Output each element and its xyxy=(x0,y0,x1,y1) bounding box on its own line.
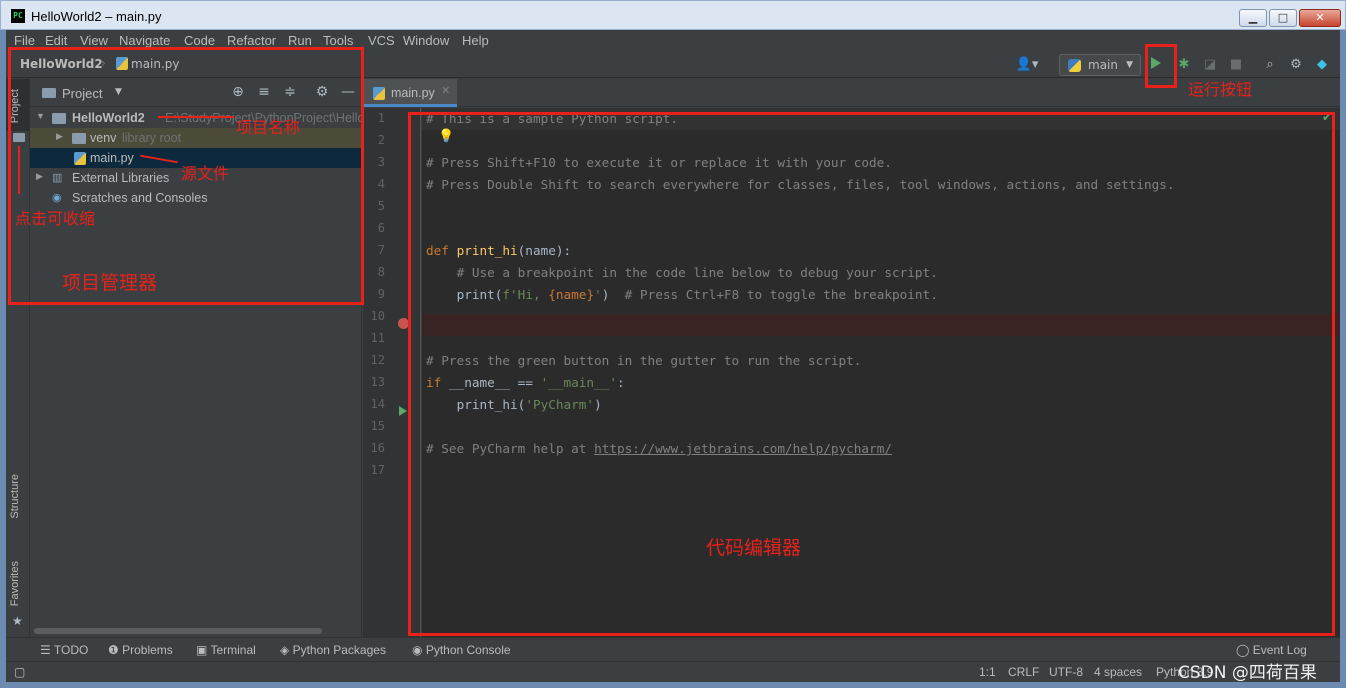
favorites-tool-tab[interactable]: Favorites xyxy=(9,561,21,606)
stop-icon[interactable]: ■ xyxy=(1227,56,1245,74)
run-button-highlight-box xyxy=(1145,44,1177,88)
maximize-button[interactable]: □ xyxy=(1269,9,1297,27)
star-icon[interactable]: ★ xyxy=(12,614,23,628)
line-number: 3 xyxy=(377,155,385,169)
layout-icon[interactable]: ▢ xyxy=(14,665,25,679)
line-number: 4 xyxy=(377,177,385,191)
line-number: 15 xyxy=(370,419,385,433)
chevron-down-icon: ▼ xyxy=(1126,60,1133,70)
line-number: 10 xyxy=(370,309,385,323)
menu-navigate[interactable]: Navigate xyxy=(119,33,170,48)
window-title: HelloWorld2 – main.py xyxy=(31,9,162,24)
line-number: 2 xyxy=(377,133,385,147)
event-log-button[interactable]: ◯ Event Log xyxy=(1236,643,1307,657)
menu-view[interactable]: View xyxy=(80,33,108,48)
line-number: 1 xyxy=(377,111,385,125)
annotation-source-file: 源文件 xyxy=(181,164,230,183)
menu-vcs[interactable]: VCS xyxy=(368,33,395,48)
line-number: 11 xyxy=(370,331,385,345)
settings-icon[interactable]: ⚙ xyxy=(1287,56,1305,74)
todo-tool-button[interactable]: ☰ TODO xyxy=(40,643,88,657)
user-account-icon[interactable]: 👤▾ xyxy=(1014,56,1040,74)
python-packages-tool-button[interactable]: ◈ Python Packages xyxy=(280,643,386,657)
annotation-run-button: 运行按钮 xyxy=(1188,80,1253,99)
run-configuration-select[interactable]: main ▼ xyxy=(1059,54,1141,76)
minimize-button[interactable]: ▁ xyxy=(1239,9,1267,27)
python-icon xyxy=(1068,59,1081,72)
annotation-arrow-project-name xyxy=(158,116,234,118)
close-tab-icon[interactable]: ✕ xyxy=(441,84,450,97)
terminal-tool-button[interactable]: ▣ Terminal xyxy=(196,643,256,657)
python-file-icon xyxy=(373,87,385,100)
indent-setting[interactable]: 4 spaces xyxy=(1094,665,1142,679)
line-number: 17 xyxy=(370,463,385,477)
annotation-project-manager: 项目管理器 xyxy=(62,272,158,294)
menu-file[interactable]: File xyxy=(14,33,35,48)
menu-help[interactable]: Help xyxy=(462,33,489,48)
annotation-arrow-collapse xyxy=(18,146,20,194)
line-number: 9 xyxy=(377,287,385,301)
file-encoding[interactable]: UTF-8 xyxy=(1049,665,1083,679)
annotation-collapse: 点击可收缩 xyxy=(15,209,96,228)
structure-tool-tab[interactable]: Structure xyxy=(9,474,21,519)
line-number: 16 xyxy=(370,441,385,455)
menu-tools[interactable]: Tools xyxy=(323,33,353,48)
pycharm-app-icon: PC xyxy=(11,9,25,23)
debug-icon[interactable]: ✱ xyxy=(1175,56,1193,74)
problems-tool-button[interactable]: ❶ Problems xyxy=(108,643,173,657)
watermark: CSDN @四荷百果 xyxy=(1178,663,1317,683)
tab-main-py[interactable]: main.py ✕ xyxy=(363,79,457,107)
coverage-icon[interactable]: ◪ xyxy=(1201,56,1219,74)
line-number: 7 xyxy=(377,243,385,257)
menu-window[interactable]: Window xyxy=(403,33,449,48)
line-number: 8 xyxy=(377,265,385,279)
annotation-project-name: 项目名称 xyxy=(236,118,301,137)
line-number: 6 xyxy=(377,221,385,235)
menu-run[interactable]: Run xyxy=(288,33,312,48)
caret-position[interactable]: 1:1 xyxy=(979,665,996,679)
python-console-tool-button[interactable]: ◉ Python Console xyxy=(412,643,511,657)
line-number: 13 xyxy=(370,375,385,389)
line-number: 14 xyxy=(370,397,385,411)
menu-edit[interactable]: Edit xyxy=(45,33,67,48)
horizontal-scrollbar[interactable] xyxy=(34,628,322,634)
line-number: 12 xyxy=(370,353,385,367)
status-bar: ▢ 1:1 CRLF UTF-8 4 spaces Python 3.9 xyxy=(6,661,1340,682)
toolbox-icon[interactable]: ◆ xyxy=(1313,56,1331,74)
search-icon[interactable]: ⌕ xyxy=(1261,56,1279,74)
menu-code[interactable]: Code xyxy=(184,33,215,48)
run-gutter-icon[interactable] xyxy=(399,406,407,416)
editor-highlight-box xyxy=(408,112,1335,636)
window-title-bar: PC HelloWorld2 – main.py ▁ □ ✕ xyxy=(0,0,1346,30)
menu-refactor[interactable]: Refactor xyxy=(227,33,276,48)
line-number: 5 xyxy=(377,199,385,213)
close-button[interactable]: ✕ xyxy=(1299,9,1341,27)
line-separator[interactable]: CRLF xyxy=(1008,665,1039,679)
tool-window-bar: ☰ TODO ❶ Problems ▣ Terminal ◈ Python Pa… xyxy=(6,637,1340,661)
annotation-code-editor: 代码编辑器 xyxy=(706,537,802,559)
